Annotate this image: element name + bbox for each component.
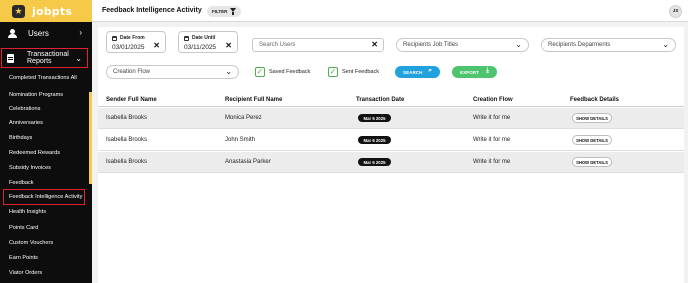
show-details-button[interactable]: SHOW DETAILS: [572, 157, 612, 167]
cell-flow: Write it for me: [473, 137, 511, 143]
sidebar-subitem-points-card[interactable]: Points Card: [9, 225, 38, 231]
sidebar-subitem-custom-vouchers[interactable]: Custom Vouchers: [9, 240, 53, 246]
users-icon: [7, 29, 19, 38]
sidebar-subitem-celebrations[interactable]: Celebrations: [9, 106, 40, 112]
column-header-recipient[interactable]: Recipient Full Name: [225, 97, 282, 103]
sidebar-subitem-feedback-intelligence-activity[interactable]: Feedback Intelligence Activity: [9, 194, 82, 200]
reports-label-line1: Transactional: [27, 50, 69, 58]
sidebar-subitem-feedback[interactable]: Feedback: [9, 180, 34, 186]
saved-feedback-checkbox[interactable]: ✓ Saved Feedback: [255, 67, 310, 77]
chevron-down-icon: ⌄: [225, 67, 232, 76]
report-panel: Date From 03/01/2025 ✕ Date Until 03/11/…: [98, 27, 684, 283]
export-button[interactable]: EXPORT ⤓: [452, 66, 497, 78]
sidebar-subitem-viator-orders[interactable]: Viator Orders: [9, 270, 42, 276]
search-users-input[interactable]: Search Users ✕: [252, 38, 384, 52]
chevron-down-icon: ⌄: [75, 54, 82, 63]
sidebar-subitem-redeemed-rewards[interactable]: Redeemed Rewards: [9, 150, 60, 156]
date-badge: Mar 6 2025: [358, 114, 391, 122]
column-header-date[interactable]: Transaction Date: [356, 97, 404, 103]
table-row: Isabella Brooks John Smith Mar 6 2025 Wr…: [98, 130, 684, 151]
brand-bar[interactable]: ★ jobpts: [0, 0, 92, 22]
departments-placeholder: Recipients Deparments: [548, 42, 611, 48]
sidebar-scroll-indicator[interactable]: [89, 92, 92, 184]
cell-sender: Isabella Brooks: [106, 137, 148, 143]
clear-search-icon[interactable]: ✕: [371, 41, 378, 49]
saved-feedback-label: Saved Feedback: [269, 69, 311, 75]
export-button-label: EXPORT: [460, 69, 479, 75]
cell-recipient: Anastasia Parker: [225, 159, 271, 165]
download-icon: ⤓: [486, 67, 489, 74]
sent-feedback-label: Sent Feedback: [342, 69, 379, 75]
user-avatar[interactable]: JS: [669, 5, 682, 18]
column-header-flow[interactable]: Creation Flow: [473, 97, 513, 103]
job-titles-select[interactable]: Recipients Job Titles ⌄: [396, 38, 529, 52]
job-titles-placeholder: Recipients Job Titles: [403, 42, 459, 48]
funnel-icon: [230, 8, 236, 15]
date-until-label: Date Until: [192, 35, 216, 41]
reports-label-line2: Reports: [27, 58, 52, 65]
show-details-button[interactable]: SHOW DETAILS: [572, 135, 612, 145]
brand-star-icon: ★: [12, 4, 25, 18]
cell-sender: Isabella Brooks: [106, 159, 148, 165]
sidebar-subitem-health-insights[interactable]: Health Insights: [9, 209, 46, 215]
table-row: Isabella Brooks Anastasia Parker Mar 6 2…: [98, 152, 684, 173]
clear-date-until-icon[interactable]: ✕: [225, 42, 232, 50]
calendar-icon: [112, 36, 117, 41]
brand-name: jobpts: [32, 4, 73, 18]
search-button-label: SEARCH: [403, 69, 423, 75]
sidebar-subitem-nomination-programs[interactable]: Nomination Programs: [9, 92, 63, 98]
app-root: ★ jobpts Users › Transactional Reports ⌄…: [0, 0, 688, 283]
cell-recipient: John Smith: [225, 137, 256, 143]
creation-flow-placeholder: Creation Flow: [113, 69, 151, 75]
date-from-label: Date From: [120, 35, 145, 41]
check-icon: ✓: [255, 67, 265, 77]
sidebar-subitem-earn-points[interactable]: Earn Points: [9, 255, 38, 261]
date-badge: Mar 6 2025: [358, 136, 391, 144]
creation-flow-select[interactable]: Creation Flow ⌄: [106, 65, 239, 79]
column-header-details[interactable]: Feedback Details: [570, 97, 619, 103]
departments-select[interactable]: Recipients Deparments ⌄: [541, 38, 676, 52]
cell-flow: Write it for me: [473, 115, 511, 121]
date-from-value: 03/01/2025: [112, 44, 145, 51]
cell-sender: Isabella Brooks: [106, 115, 148, 121]
sent-feedback-checkbox[interactable]: ✓ Sent Feedback: [328, 67, 379, 77]
search-button[interactable]: SEARCH ⌕: [395, 66, 440, 78]
clear-date-from-icon[interactable]: ✕: [153, 42, 160, 50]
sidebar-subitem-birthdays[interactable]: Birthdays: [9, 135, 32, 141]
date-until-value: 03/11/2025: [184, 44, 217, 51]
date-from-field[interactable]: Date From 03/01/2025 ✕: [106, 31, 166, 53]
sidebar-subitem-subsidy-invoices[interactable]: Subsidy Invoices: [9, 165, 51, 171]
filter-button[interactable]: FILTER: [207, 6, 241, 17]
chevron-right-icon: ›: [79, 28, 82, 37]
sidebar-subitem-completed-transactions[interactable]: Completed Transactions All: [9, 75, 77, 81]
chevron-down-icon: ⌄: [515, 40, 522, 49]
table-row: Isabella Brooks Monica Perez Mar 6 2025 …: [98, 108, 684, 129]
date-badge: Mar 6 2025: [358, 158, 391, 166]
sidebar-item-transactional-reports[interactable]: Transactional Reports ⌄: [1, 48, 88, 68]
top-bar: Feedback Intelligence Activity FILTER JS: [92, 0, 688, 22]
search-icon: ⌕: [428, 67, 432, 74]
column-header-sender[interactable]: Sender Full Name: [106, 97, 157, 103]
date-until-field[interactable]: Date Until 03/11/2025 ✕: [178, 31, 238, 53]
sidebar-subitem-anniversaries[interactable]: Anniversaries: [9, 120, 43, 126]
chevron-down-icon: ⌄: [662, 40, 669, 49]
show-details-button[interactable]: SHOW DETAILS: [572, 113, 612, 123]
document-icon: [7, 53, 14, 63]
table-header: Sender Full Name Recipient Full Name Tra…: [98, 94, 684, 107]
sidebar-item-reports-label: Transactional Reports: [27, 51, 69, 66]
sidebar-item-users-label: Users: [28, 29, 49, 38]
cell-flow: Write it for me: [473, 159, 511, 165]
check-icon: ✓: [328, 67, 338, 77]
cell-recipient: Monica Perez: [225, 115, 262, 121]
calendar-icon: [184, 36, 189, 41]
search-users-placeholder: Search Users: [259, 42, 296, 48]
filter-label: FILTER: [212, 9, 228, 14]
sidebar-item-users[interactable]: Users ›: [0, 26, 92, 41]
sidebar: ★ jobpts Users › Transactional Reports ⌄…: [0, 0, 92, 283]
page-title: Feedback Intelligence Activity: [102, 7, 202, 14]
